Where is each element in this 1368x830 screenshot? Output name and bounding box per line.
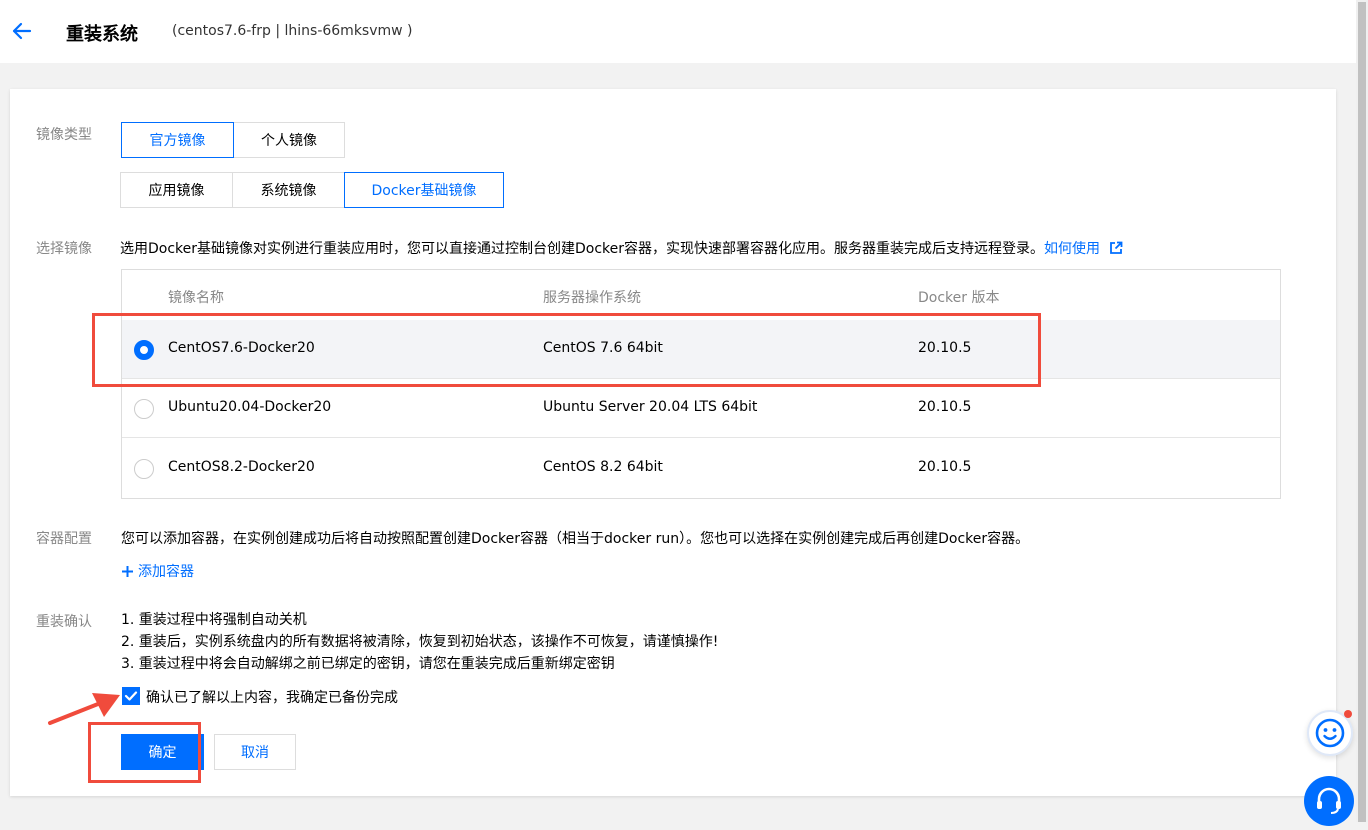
plus-icon <box>122 565 133 577</box>
page-title: 重装系统 <box>66 24 138 45</box>
tab-official-image[interactable]: 官方镜像 <box>121 122 234 158</box>
headset-icon <box>1317 787 1341 814</box>
notification-dot <box>1344 710 1352 718</box>
back-arrow-icon[interactable] <box>10 20 32 42</box>
customer-service-button[interactable] <box>1304 776 1354 826</box>
tab-system-image[interactable]: 系统镜像 <box>232 172 345 208</box>
annotation-highlight-selected-image <box>92 313 1041 387</box>
tab-docker-base-image[interactable]: Docker基础镜像 <box>344 172 504 208</box>
table-row[interactable]: CentOS8.2-Docker20 CentOS 8.2 64bit 20.1… <box>122 439 1280 498</box>
tab-app-image[interactable]: 应用镜像 <box>120 172 233 208</box>
confirm-notice-item: 2. 重装后，实例系统盘内的所有数据将被清除，恢复到初始状态，该操作不可恢复，请… <box>121 634 719 650</box>
annotation-arrow-icon <box>48 693 120 725</box>
confirm-checkbox-label[interactable]: 确认已了解以上内容，我确定已备份完成 <box>146 687 398 707</box>
smiley-icon <box>1315 718 1345 748</box>
column-header-docker-version: Docker 版本 <box>918 290 1000 306</box>
image-type-label: 镜像类型 <box>36 127 92 143</box>
image-name-cell: Ubuntu20.04-Docker20 <box>168 399 332 415</box>
os-cell: Ubuntu Server 20.04 LTS 64bit <box>543 399 758 415</box>
cancel-button[interactable]: 取消 <box>214 734 296 770</box>
header-bar: 重装系统 (centos7.6-frp | lhins-66mksvmw ) <box>0 0 1356 63</box>
tab-personal-image[interactable]: 个人镜像 <box>233 122 345 158</box>
container-config-label: 容器配置 <box>36 531 92 547</box>
select-image-desc-text: 选用Docker基础镜像对实例进行重装应用时，您可以直接通过控制台创建Docke… <box>120 241 1045 257</box>
instance-subtitle: (centos7.6-frp | lhins-66mksvmw ) <box>172 23 413 39</box>
scrollbar-thumb[interactable] <box>1358 2 1366 822</box>
annotation-highlight-confirm-button <box>88 722 201 783</box>
add-container-label: 添加容器 <box>138 564 194 580</box>
column-header-image-name: 镜像名称 <box>168 290 224 306</box>
image-radio[interactable] <box>134 459 154 479</box>
docker-version-cell: 20.10.5 <box>918 459 972 475</box>
how-to-use-link[interactable]: 如何使用 <box>1044 241 1100 257</box>
container-config-description: 您可以添加容器，在实例创建成功后将自动按照配置创建Docker容器（相当于doc… <box>121 531 1030 547</box>
os-cell: CentOS 8.2 64bit <box>543 459 663 475</box>
confirm-notice-item: 3. 重装过程中将会自动解绑之前已绑定的密钥，请您在重装完成后重新绑定密钥 <box>121 656 615 672</box>
select-image-label: 选择镜像 <box>36 241 92 257</box>
reinstall-confirm-label: 重装确认 <box>36 614 92 630</box>
image-name-cell: CentOS8.2-Docker20 <box>168 459 315 475</box>
column-header-os: 服务器操作系统 <box>543 290 641 306</box>
table-row[interactable]: Ubuntu20.04-Docker20 Ubuntu Server 20.04… <box>122 379 1280 438</box>
confirm-notice-item: 1. 重装过程中将强制自动关机 <box>121 612 307 628</box>
select-image-description: 选用Docker基础镜像对实例进行重装应用时，您可以直接通过控制台创建Docke… <box>120 238 1123 258</box>
image-radio[interactable] <box>134 399 154 419</box>
confirm-notice-list: 1. 重装过程中将强制自动关机 2. 重装后，实例系统盘内的所有数据将被清除，恢… <box>121 609 718 675</box>
docker-version-cell: 20.10.5 <box>918 399 972 415</box>
external-link-icon[interactable] <box>1109 241 1123 255</box>
add-container-link[interactable]: 添加容器 <box>121 561 194 581</box>
